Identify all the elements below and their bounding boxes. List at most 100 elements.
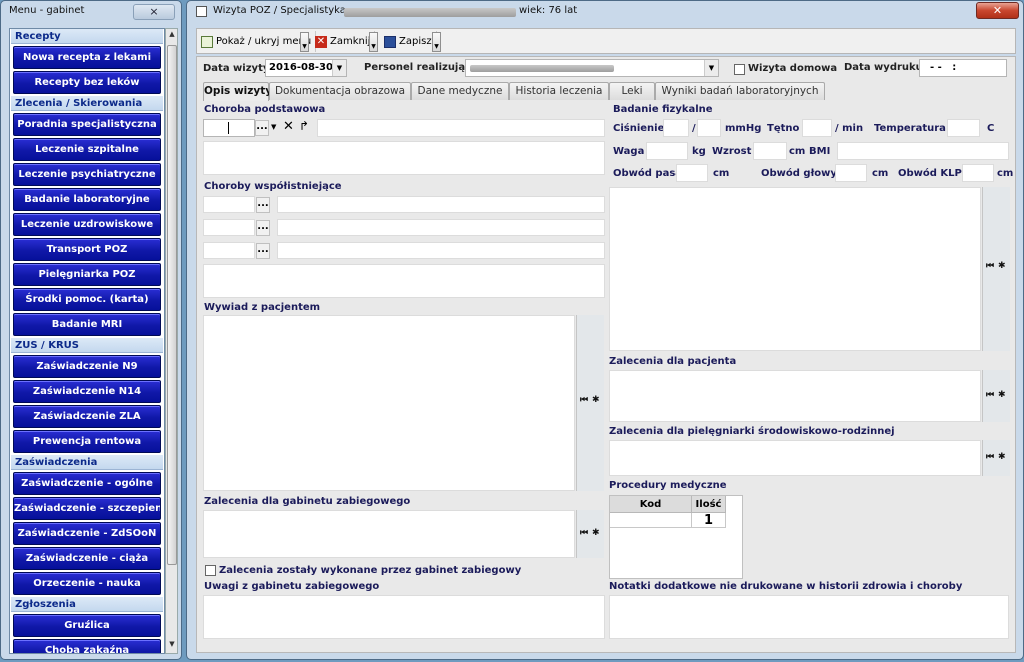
first-record-icon[interactable]: ⏮ <box>986 390 994 400</box>
visit-date-field[interactable]: 2016-08-30 ▼ <box>265 59 347 77</box>
orders-done-label: Zalecenia zostały wykonane przez gabinet… <box>219 565 522 576</box>
treatment-orders-textarea[interactable] <box>203 510 575 558</box>
star-icon[interactable]: ✱ <box>998 390 1006 400</box>
menu-button[interactable]: Orzeczenie - nauka <box>13 572 161 595</box>
chevron-down-icon[interactable]: ▼ <box>704 60 718 76</box>
weight-input[interactable] <box>646 142 688 160</box>
menu-button[interactable]: Zaświadczenie - ogólne <box>13 472 161 495</box>
scroll-down-icon[interactable]: ▼ <box>167 640 177 652</box>
first-record-icon[interactable]: ⏮ <box>986 261 994 271</box>
menu-scrollbar[interactable]: ▲ ▼ <box>165 28 178 654</box>
home-visit-checkbox[interactable] <box>734 64 745 75</box>
scroll-up-icon[interactable]: ▲ <box>167 30 177 42</box>
visit-titlebar[interactable]: Wizyta POZ / Specjalistyka - wiek: 76 la… <box>187 1 1023 23</box>
star-icon[interactable]: ✱ <box>998 261 1006 271</box>
toggle-menu-dropdown[interactable]: ▼ <box>300 32 309 52</box>
coexisting-name-2[interactable] <box>277 219 605 236</box>
redo-icon[interactable]: ↱ <box>299 119 309 133</box>
close-dropdown[interactable]: ▼ <box>369 32 378 52</box>
main-disease-code-input[interactable] <box>203 119 255 137</box>
menu-button[interactable]: Zaświadczenie - ciąża <box>13 547 161 570</box>
orders-done-checkbox[interactable] <box>205 565 216 576</box>
head-circ-input[interactable] <box>835 164 867 182</box>
chevron-down-icon[interactable]: ▼ <box>332 60 346 76</box>
pressure-diastolic-input[interactable] <box>697 119 721 137</box>
main-disease-description[interactable] <box>203 141 605 175</box>
tab-imaging[interactable]: Dokumentacja obrazowa <box>269 82 411 100</box>
coexisting-lookup-1[interactable]: ... <box>256 197 270 213</box>
patient-orders-label: Zalecenia dla pacjenta <box>609 356 737 367</box>
coexisting-code-3[interactable] <box>203 242 255 259</box>
procedures-code-cell[interactable] <box>610 513 692 528</box>
tab-visit-description[interactable]: Opis wizyty <box>203 82 272 101</box>
procedures-qty-cell[interactable]: 1 <box>692 513 726 528</box>
patient-orders-textarea[interactable] <box>609 370 981 422</box>
close-button[interactable]: ✕ Zamknij <box>313 31 376 52</box>
physical-exam-textarea[interactable] <box>609 187 981 351</box>
menu-button[interactable]: Leczenie uzdrowiskowe <box>13 213 161 236</box>
toggle-menu-button[interactable]: Pokaż / ukryj menu <box>199 31 317 52</box>
star-icon[interactable]: ✱ <box>998 452 1006 462</box>
coexisting-code-1[interactable] <box>203 196 255 213</box>
star-icon[interactable]: ✱ <box>592 395 600 405</box>
pulse-input[interactable] <box>802 119 832 137</box>
visit-close-button[interactable]: ✕ <box>976 2 1019 19</box>
main-disease-name-input[interactable] <box>317 119 605 137</box>
procedures-table[interactable]: Kod Ilość 1 <box>609 495 743 579</box>
treatment-notes-textarea[interactable] <box>203 595 605 639</box>
menu-titlebar[interactable]: Menu - gabinet × <box>1 1 181 23</box>
tab-treatment-history[interactable]: Historia leczenia <box>509 82 609 100</box>
menu-button[interactable]: Badanie laboratoryjne <box>13 188 161 211</box>
menu-button[interactable]: Zaświadczenie - ZdSOoN <box>13 522 161 545</box>
menu-button[interactable]: Transport POZ <box>13 238 161 261</box>
height-input[interactable] <box>753 142 787 160</box>
menu-close-button[interactable]: × <box>133 4 175 20</box>
temperature-input[interactable] <box>947 119 980 137</box>
menu-button[interactable]: Leczenie psychiatryczne <box>13 163 161 186</box>
coexisting-lookup-3[interactable]: ... <box>256 243 270 259</box>
coexisting-name-3[interactable] <box>277 242 605 259</box>
first-record-icon[interactable]: ⏮ <box>580 528 588 538</box>
menu-button[interactable]: Zaświadczenie N9 <box>13 355 161 378</box>
menu-button[interactable]: Prewencja rentowa <box>13 430 161 453</box>
menu-button[interactable]: Zaświadczenie ZLA <box>13 405 161 428</box>
clear-icon[interactable]: ✕ <box>283 120 294 133</box>
menu-button[interactable]: Poradnia specjalistyczna <box>13 113 161 136</box>
pressure-systolic-input[interactable] <box>663 119 689 137</box>
coexisting-lookup-2[interactable]: ... <box>256 220 270 236</box>
print-date-value: - - : <box>930 62 957 73</box>
procedures-qty-header[interactable]: Ilość <box>692 496 726 513</box>
tab-lab-results[interactable]: Wyniki badań laboratoryjnych <box>655 82 825 100</box>
save-dropdown[interactable]: ▼ <box>432 32 441 52</box>
menu-button[interactable]: Zaświadczenie N14 <box>13 380 161 403</box>
menu-button[interactable]: Choba zakaźna <box>13 639 161 653</box>
staff-select[interactable]: ▼ <box>465 59 719 77</box>
coexisting-description[interactable] <box>203 264 605 298</box>
main-disease-lookup-button[interactable]: ... <box>255 120 269 136</box>
menu-button[interactable]: Zaświadczenie - szczepienie <box>13 497 161 520</box>
coexisting-name-1[interactable] <box>277 196 605 213</box>
print-date-field[interactable]: - - : <box>919 59 1007 77</box>
procedures-code-header[interactable]: Kod <box>610 496 692 513</box>
extra-notes-textarea[interactable] <box>609 595 1009 639</box>
menu-button[interactable]: Pielęgniarka POZ <box>13 263 161 286</box>
first-record-icon[interactable]: ⏮ <box>580 395 588 405</box>
interview-textarea[interactable] <box>203 315 575 491</box>
tab-medical-data[interactable]: Dane medyczne <box>411 82 509 100</box>
menu-button[interactable]: Nowa recepta z lekami <box>13 46 161 69</box>
scroll-thumb[interactable] <box>167 45 177 565</box>
menu-button[interactable]: Recepty bez leków <box>13 71 161 94</box>
coexisting-code-2[interactable] <box>203 219 255 236</box>
menu-button[interactable]: Leczenie szpitalne <box>13 138 161 161</box>
waist-input[interactable] <box>676 164 708 182</box>
save-button[interactable]: Zapisz <box>382 31 437 52</box>
tab-medications[interactable]: Leki <box>609 82 655 100</box>
star-icon[interactable]: ✱ <box>592 528 600 538</box>
klp-input[interactable] <box>962 164 994 182</box>
menu-button[interactable]: Gruźlica <box>13 614 161 637</box>
menu-button[interactable]: Badanie MRI <box>13 313 161 336</box>
chevron-down-icon[interactable]: ▼ <box>271 123 276 131</box>
menu-button[interactable]: Środki pomoc. (karta) <box>13 288 161 311</box>
first-record-icon[interactable]: ⏮ <box>986 452 994 462</box>
nurse-orders-textarea[interactable] <box>609 440 981 476</box>
